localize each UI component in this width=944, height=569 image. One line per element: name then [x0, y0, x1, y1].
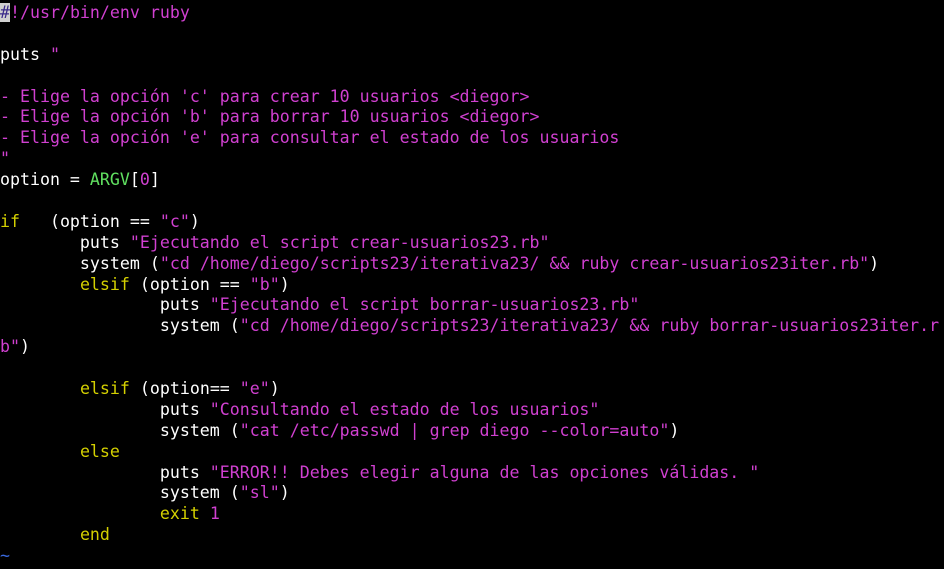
- code-token: exit: [159, 504, 200, 524]
- code-token: system (: [0, 316, 240, 336]
- code-line[interactable]: - Elige la opción 'e' para consultar el …: [0, 128, 944, 149]
- code-token: "Ejecutando el script crear-usuarios23.r…: [129, 232, 550, 252]
- code-line[interactable]: - Elige la opción 'c' para crear 10 usua…: [0, 87, 944, 108]
- code-area[interactable]: #!/usr/bin/env ruby puts " - Elige la opci…: [0, 3, 944, 567]
- code-line[interactable]: elsif (option== "e"): [0, 379, 944, 400]
- code-token: else: [79, 441, 120, 461]
- code-line[interactable]: end: [0, 525, 944, 546]
- code-token: (option ==: [129, 274, 250, 294]
- code-token: elsif: [79, 274, 130, 294]
- code-line[interactable]: puts "ERROR!! Debes elegir alguna de las…: [0, 463, 944, 484]
- code-line[interactable]: system ("cd /home/diego/scripts23/iterat…: [0, 254, 944, 275]
- code-token: 1: [209, 504, 220, 524]
- code-line[interactable]: #!/usr/bin/env ruby: [0, 3, 944, 24]
- code-token: option =: [0, 170, 90, 190]
- code-token: ): [19, 337, 30, 357]
- code-token: system (: [0, 253, 160, 273]
- code-token: !/usr/bin/env ruby: [10, 3, 190, 22]
- code-line[interactable]: system ("sl"): [0, 483, 944, 504]
- code-line[interactable]: puts "Consultando el estado de los usuar…: [0, 400, 944, 421]
- code-token: [: [129, 170, 140, 190]
- code-line[interactable]: puts "Ejecutando el script crear-usuario…: [0, 233, 944, 254]
- code-token: if: [0, 211, 20, 231]
- code-token: "b": [249, 274, 280, 294]
- code-line[interactable]: b"): [0, 337, 944, 358]
- code-token: puts: [0, 462, 210, 482]
- code-token: ): [869, 253, 880, 273]
- code-line[interactable]: exit 1: [0, 504, 944, 525]
- code-token: "c": [159, 211, 190, 231]
- code-line[interactable]: [0, 66, 944, 87]
- code-token: puts: [0, 44, 50, 64]
- code-line[interactable]: [0, 24, 944, 45]
- code-token: "ERROR!! Debes elegir alguna de las opci…: [209, 462, 760, 482]
- code-line[interactable]: [0, 191, 944, 212]
- code-line[interactable]: system ("cd /home/diego/scripts23/iterat…: [0, 316, 944, 337]
- code-token: "e": [239, 379, 270, 399]
- code-token: puts: [0, 232, 130, 252]
- code-token: puts: [0, 399, 210, 419]
- code-line[interactable]: - Elige la opción 'b' para borrar 10 usu…: [0, 107, 944, 128]
- code-token: ~: [0, 546, 10, 566]
- vim-editor[interactable]: #!/usr/bin/env ruby puts " - Elige la opci…: [0, 0, 944, 569]
- code-token: system (: [0, 483, 240, 503]
- code-token: system (: [0, 420, 240, 440]
- code-token: 0: [139, 170, 150, 190]
- code-token: ": [0, 149, 10, 169]
- code-token: ): [279, 483, 290, 503]
- code-line[interactable]: else: [0, 442, 944, 463]
- code-token: - Elige la opción 'b' para borrar 10 usu…: [0, 107, 540, 127]
- code-token: - Elige la opción 'c' para crear 10 usua…: [0, 86, 530, 106]
- code-token: "Consultando el estado de los usuarios": [209, 399, 600, 419]
- code-token: ): [189, 211, 200, 231]
- empty-line-marker[interactable]: ~: [0, 546, 944, 567]
- code-line[interactable]: ": [0, 149, 944, 170]
- code-line[interactable]: puts "Ejecutando el script borrar-usuari…: [0, 295, 944, 316]
- code-token: b": [0, 337, 20, 357]
- code-token: ): [669, 420, 680, 440]
- code-token: elsif: [79, 379, 130, 399]
- code-token: "cd /home/diego/scripts23/iterativa23/ &…: [239, 316, 940, 336]
- code-line[interactable]: system ("cat /etc/passwd | grep diego --…: [0, 421, 944, 442]
- code-token: "cat /etc/passwd | grep diego --color=au…: [239, 420, 670, 440]
- code-token: ): [269, 379, 280, 399]
- code-token: end: [79, 525, 110, 545]
- code-token: (option ==: [19, 211, 160, 231]
- text-cursor: #: [0, 3, 10, 22]
- code-token: "sl": [239, 483, 280, 503]
- code-token: puts: [0, 295, 210, 315]
- code-line[interactable]: if (option == "c"): [0, 212, 944, 233]
- code-token: ": [49, 44, 60, 64]
- code-token: ARGV: [89, 170, 130, 190]
- code-line[interactable]: elsif (option == "b"): [0, 275, 944, 296]
- code-token: ): [279, 274, 290, 294]
- code-line[interactable]: [0, 358, 944, 379]
- code-token: ]: [149, 170, 160, 190]
- code-line[interactable]: option = ARGV[0]: [0, 170, 944, 191]
- code-token: "cd /home/diego/scripts23/iterativa23/ &…: [159, 253, 870, 273]
- code-token: - Elige la opción 'e' para consultar el …: [0, 128, 620, 148]
- code-token: (option==: [129, 379, 240, 399]
- code-line[interactable]: puts ": [0, 45, 944, 66]
- code-token: "Ejecutando el script borrar-usuarios23.…: [209, 295, 640, 315]
